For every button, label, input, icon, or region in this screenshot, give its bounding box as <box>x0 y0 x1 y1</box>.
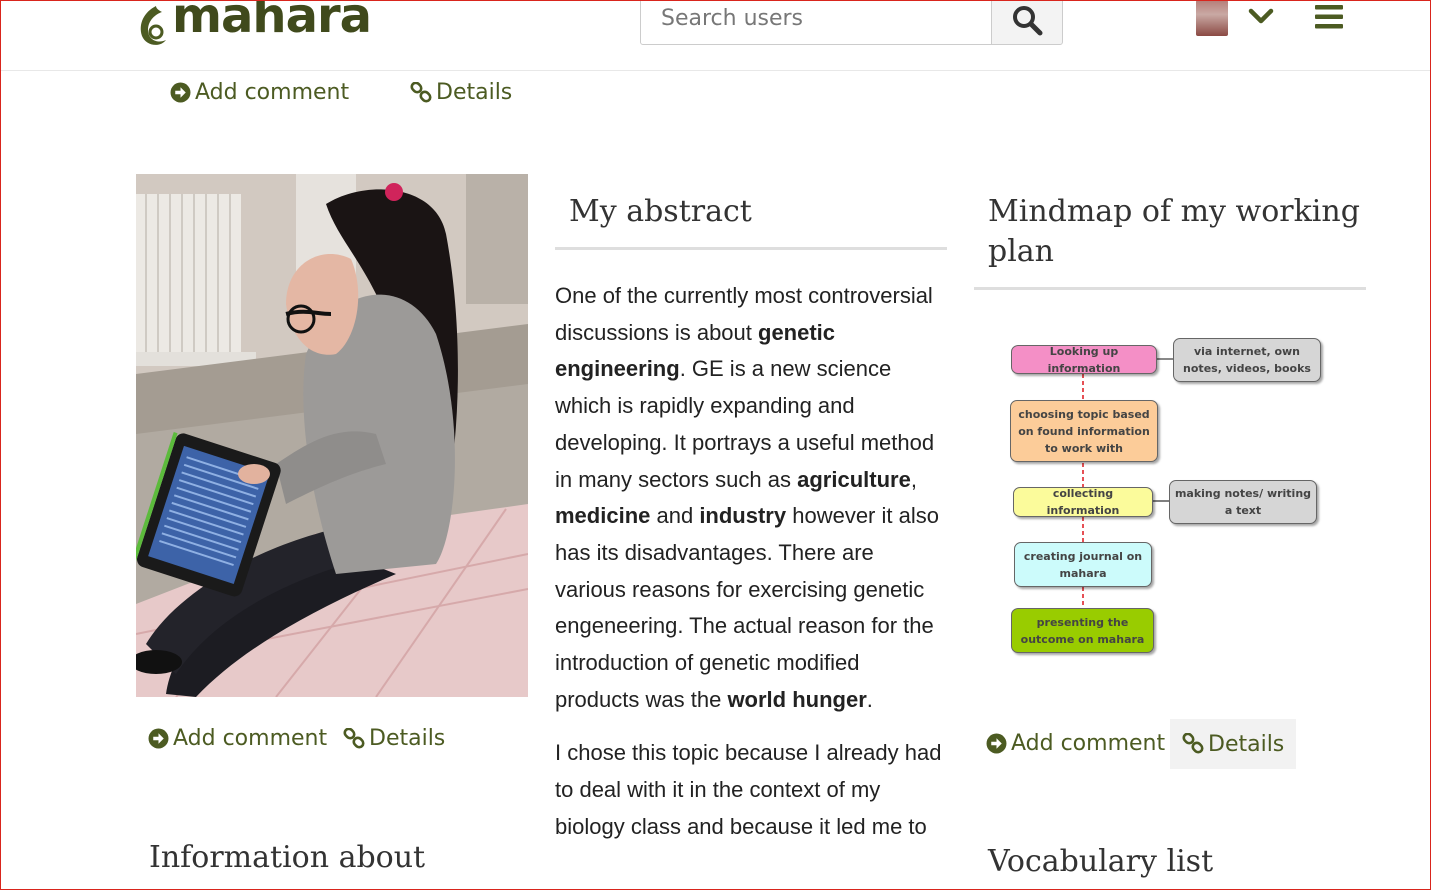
mindmap-add-comment-link[interactable]: Add comment <box>986 731 1165 756</box>
abstract-paragraph-2: I chose this topic because I already had… <box>555 740 942 839</box>
photo-details-link[interactable]: Details <box>343 726 445 751</box>
search-icon <box>1013 6 1043 36</box>
site-header: mahara <box>0 0 1431 71</box>
link-icon <box>343 727 365 749</box>
abstract-title-divider <box>555 247 947 250</box>
hamburger-menu-icon <box>1315 5 1343 29</box>
add-comment-link[interactable]: Add comment <box>170 80 349 105</box>
mindmap-details-link[interactable]: Details <box>1170 719 1297 769</box>
photo-add-comment-link[interactable]: Add comment <box>148 726 327 751</box>
abstract-text: One of the currently most controversial … <box>555 278 947 863</box>
mindmap-title-divider <box>974 287 1366 290</box>
add-comment-label: Add comment <box>195 80 350 105</box>
student-photo <box>136 174 528 697</box>
link-icon <box>1182 733 1204 754</box>
user-avatar[interactable] <box>1196 0 1228 36</box>
abstract-paragraph-1: One of the currently most controversial … <box>555 283 939 712</box>
arrow-circle-right-icon <box>170 82 191 103</box>
mindmap-image: Looking up information via internet, own… <box>1005 330 1335 670</box>
search-field[interactable] <box>640 0 992 45</box>
link-icon <box>410 81 432 103</box>
chevron-down-icon <box>1248 8 1274 24</box>
mindmap-title: Mindmap of my working plan <box>988 194 1360 269</box>
mindmap-node-presenting: presenting the outcome on mahara <box>1011 608 1154 653</box>
abstract-title: My abstract <box>569 194 752 229</box>
mindmap-node-sources: via internet, own notes, videos, books <box>1173 338 1321 382</box>
mindmap-node-looking-up: Looking up information <box>1011 345 1157 375</box>
details-label: Details <box>369 726 446 751</box>
mindmap-node-collecting: collecting information <box>1013 487 1153 517</box>
details-link[interactable]: Details <box>410 80 512 105</box>
mindmap-node-journal: creating journal on mahara <box>1014 542 1152 587</box>
search-button[interactable] <box>991 0 1063 45</box>
arrow-circle-right-icon <box>986 733 1007 754</box>
mindmap-node-notes: making notes/ writing a text <box>1169 480 1317 524</box>
user-menu-toggle[interactable] <box>1248 6 1274 30</box>
details-label: Details <box>436 80 513 105</box>
details-label: Details <box>1208 731 1285 757</box>
add-comment-label: Add comment <box>173 726 328 751</box>
mindmap-node-choosing-topic: choosing topic based on found informatio… <box>1010 400 1158 462</box>
add-comment-label: Add comment <box>1011 731 1166 756</box>
logo-text: mahara <box>172 0 372 44</box>
arrow-circle-right-icon <box>148 728 169 749</box>
search-input[interactable] <box>661 0 991 40</box>
information-about-title: Information about <box>149 840 426 875</box>
vocabulary-list-title: Vocabulary list <box>988 844 1214 879</box>
mahara-logo-icon <box>140 6 166 45</box>
main-menu-button[interactable] <box>1314 4 1344 34</box>
